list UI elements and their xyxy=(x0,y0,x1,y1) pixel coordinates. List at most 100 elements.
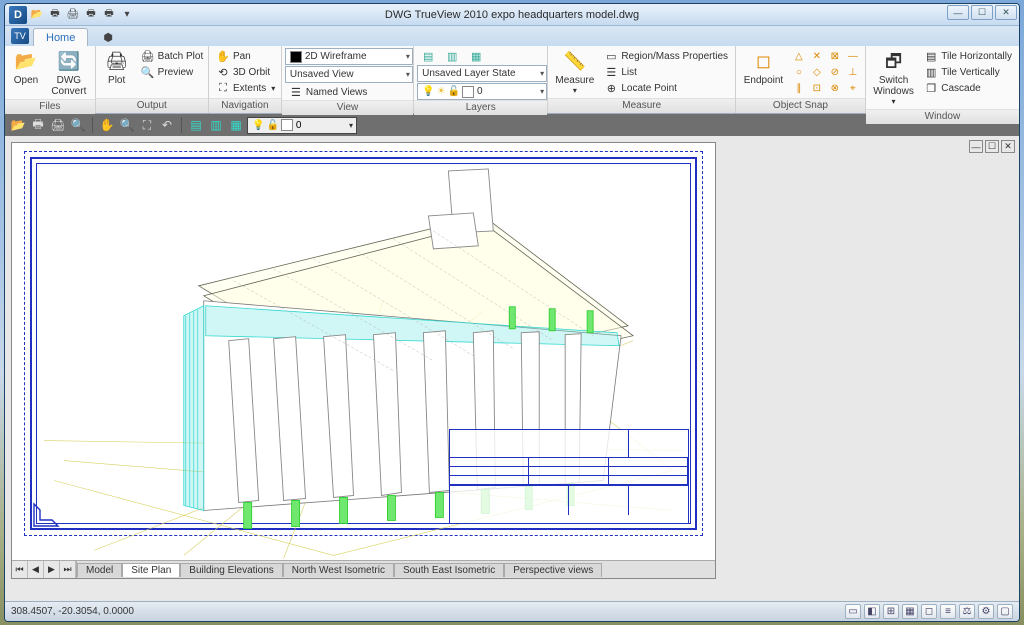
region-icon: ▭ xyxy=(604,49,618,63)
plot-button[interactable]: 🖨Plot xyxy=(99,48,135,88)
qb-layeruniso-icon[interactable]: ▦ xyxy=(227,116,245,134)
qat-print-icon[interactable]: 🖨 xyxy=(65,7,81,23)
qb-preview-icon[interactable]: 🔍 xyxy=(69,116,87,134)
osnap-ext-icon[interactable]: ― xyxy=(844,48,862,64)
quick-props-toggle[interactable]: ◧ xyxy=(864,604,880,619)
qat-dropdown-icon[interactable]: ▾ xyxy=(119,7,135,23)
qb-open-icon[interactable]: 📂 xyxy=(9,116,27,134)
clean-screen-button[interactable]: ▢ xyxy=(997,604,1013,619)
doc-close-button[interactable]: ✕ xyxy=(1001,140,1015,153)
annotation-scale-button[interactable]: ⚖ xyxy=(959,604,975,619)
osnap-mid-icon[interactable]: △ xyxy=(790,48,808,64)
osnap-par-icon[interactable]: ∥ xyxy=(790,80,808,96)
bulb-icon: 💡 xyxy=(422,86,434,97)
layout-last-button[interactable]: ⏭ xyxy=(60,561,76,578)
qat-plot-icon[interactable]: 🖶 xyxy=(47,7,63,23)
named-views-button[interactable]: ☰Named Views xyxy=(285,84,413,100)
osnap-int-icon[interactable]: ✕ xyxy=(808,48,826,64)
app-logo[interactable]: D xyxy=(9,6,27,24)
qb-zoomwin-icon[interactable]: ⛶ xyxy=(138,116,156,134)
close-button[interactable]: ✕ xyxy=(995,5,1017,20)
layer-uniso-button[interactable]: ▦ xyxy=(465,48,487,64)
pan-label: Pan xyxy=(233,51,251,62)
extents-button[interactable]: ⛶Extents▾ xyxy=(212,80,279,96)
layer-value: 0 xyxy=(477,86,483,97)
layout-first-button[interactable]: ⏮ xyxy=(12,561,28,578)
saved-view-combo[interactable]: Unsaved View xyxy=(285,66,413,83)
minimize-button[interactable]: — xyxy=(947,5,969,20)
qb-plot-icon[interactable]: 🖶 xyxy=(29,116,47,134)
pan-button[interactable]: ✋Pan xyxy=(212,48,279,64)
workspace-switch-button[interactable]: ⚙ xyxy=(978,604,994,619)
layer-props-button[interactable]: ▤ xyxy=(417,48,439,64)
endpoint-button[interactable]: ◻Endpoint xyxy=(739,48,788,88)
osnap-nea-icon[interactable]: ⌖ xyxy=(844,80,862,96)
batch-plot-icon: 🖨 xyxy=(141,49,155,63)
ruler-icon: 📏 xyxy=(563,50,587,74)
grid-toggle[interactable]: ⊞ xyxy=(883,604,899,619)
osnap-qua-icon[interactable]: ◇ xyxy=(808,64,826,80)
osnap-per-icon[interactable]: ⊥ xyxy=(844,64,862,80)
panel-measure: 📏Measure▾ ▭Region/Mass Properties ☰List … xyxy=(548,46,736,113)
qb-zoomprev-icon[interactable]: ↶ xyxy=(158,116,176,134)
locate-point-button[interactable]: ⊕Locate Point xyxy=(600,80,732,96)
dwg-convert-button[interactable]: 🔄DWG Convert xyxy=(46,48,92,99)
visual-style-combo[interactable]: 2D Wireframe xyxy=(285,48,413,65)
current-layer-combo[interactable]: 💡☀🔓0 xyxy=(417,83,547,100)
lwt-toggle[interactable]: ≡ xyxy=(940,604,956,619)
list-icon: ☰ xyxy=(604,65,618,79)
layout-tab-siteplan[interactable]: Site Plan xyxy=(122,563,180,577)
qb-zoom-icon[interactable]: 🔍 xyxy=(118,116,136,134)
qb-layers-icon[interactable]: ▤ xyxy=(187,116,205,134)
panel-window: 🗗Switch Windows▾ ▤Tile Horizontally ▥Til… xyxy=(866,46,1019,113)
switch-windows-button[interactable]: 🗗Switch Windows▾ xyxy=(869,48,918,109)
maximize-button[interactable]: ☐ xyxy=(971,5,993,20)
layout-tab-se-iso[interactable]: South East Isometric xyxy=(394,563,504,577)
osnap-app-icon[interactable]: ⊠ xyxy=(826,48,844,64)
tab-home[interactable]: Home xyxy=(33,28,88,46)
open-button[interactable]: 📂Open xyxy=(8,48,44,88)
panel-output-label: Output xyxy=(96,98,208,113)
batch-plot-button[interactable]: 🖨Batch Plot xyxy=(137,48,208,64)
snap-toggle[interactable]: ▦ xyxy=(902,604,918,619)
qb-print-icon[interactable]: 🖨 xyxy=(49,116,67,134)
qat-publish-icon[interactable]: 🖶 xyxy=(83,7,99,23)
osnap-ins-icon[interactable]: ⊡ xyxy=(808,80,826,96)
doc-minimize-button[interactable]: — xyxy=(969,140,983,153)
qb-layeriso-icon[interactable]: ▥ xyxy=(207,116,225,134)
model-paper-toggle[interactable]: ▭ xyxy=(845,604,861,619)
orbit-button[interactable]: ⟲3D Orbit xyxy=(212,64,279,80)
osnap-cen-icon[interactable]: ○ xyxy=(790,64,808,80)
list-button[interactable]: ☰List xyxy=(600,64,732,80)
app-menu-button[interactable]: TV xyxy=(11,28,29,44)
title-block xyxy=(449,429,689,524)
horiz-label: Tile Horizontally xyxy=(941,51,1012,62)
qat-open-icon[interactable]: 📂 xyxy=(29,7,45,23)
layout-tab-nw-iso[interactable]: North West Isometric xyxy=(283,563,394,577)
tile-vert-icon: ▥ xyxy=(924,65,938,79)
qb-pan-icon[interactable]: ✋ xyxy=(98,116,116,134)
region-button[interactable]: ▭Region/Mass Properties xyxy=(600,48,732,64)
drawing-canvas[interactable] xyxy=(12,143,715,560)
doc-restore-button[interactable]: ☐ xyxy=(985,140,999,153)
tile-vert-button[interactable]: ▥Tile Vertically xyxy=(920,64,1016,80)
layout-next-button[interactable]: ▶ xyxy=(44,561,60,578)
tile-horiz-button[interactable]: ▤Tile Horizontally xyxy=(920,48,1016,64)
osnap-tan-icon[interactable]: ⊘ xyxy=(826,64,844,80)
layer-state-combo[interactable]: Unsaved Layer State xyxy=(417,65,547,82)
separator xyxy=(92,117,93,133)
qat-export-icon[interactable]: 🖶 xyxy=(101,7,117,23)
osnap-toggle[interactable]: ◻ xyxy=(921,604,937,619)
measure-button[interactable]: 📏Measure▾ xyxy=(551,48,598,98)
cascade-button[interactable]: ❐Cascade xyxy=(920,80,1016,96)
layout-prev-button[interactable]: ◀ xyxy=(28,561,44,578)
layout-tab-elevations[interactable]: Building Elevations xyxy=(180,563,283,577)
preview-button[interactable]: 🔍Preview xyxy=(137,64,208,80)
layer-iso-button[interactable]: ▥ xyxy=(441,48,463,64)
layout-tab-model[interactable]: Model xyxy=(77,563,122,577)
panel-layers: ▤ ▥ ▦ Unsaved Layer State 💡☀🔓0 Layers xyxy=(414,46,548,113)
layout-tab-perspective[interactable]: Perspective views xyxy=(504,563,602,577)
osnap-nod-icon[interactable]: ⊗ xyxy=(826,80,844,96)
qb-layer-combo[interactable]: 💡🔓0 xyxy=(247,117,357,134)
tab-output[interactable]: ⬢ xyxy=(90,27,126,46)
